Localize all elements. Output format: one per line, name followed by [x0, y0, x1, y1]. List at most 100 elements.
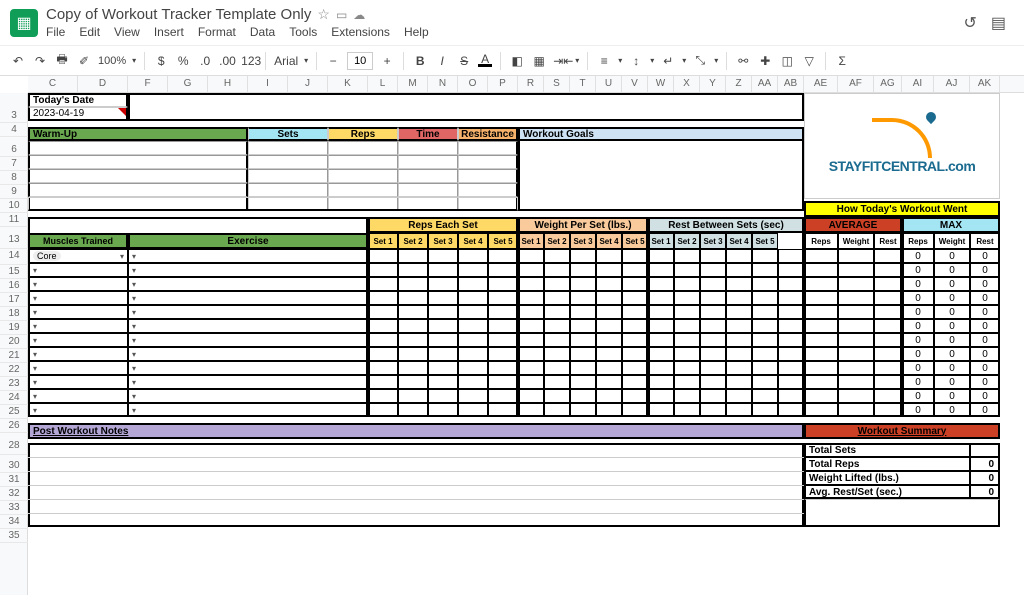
- menu-insert[interactable]: Insert: [154, 25, 184, 39]
- row-header[interactable]: 3: [0, 109, 28, 123]
- reps-cell[interactable]: [368, 305, 398, 319]
- weight-cell[interactable]: [544, 291, 570, 305]
- reps-cell[interactable]: [458, 333, 488, 347]
- fill-color-icon[interactable]: ◧: [509, 54, 525, 68]
- muscles-dropdown[interactable]: [28, 333, 128, 347]
- reps-cell[interactable]: [488, 291, 518, 305]
- rest-cell[interactable]: [752, 291, 778, 305]
- menu-data[interactable]: Data: [250, 25, 275, 39]
- reps-cell[interactable]: [488, 375, 518, 389]
- weight-cell[interactable]: [544, 375, 570, 389]
- menu-tools[interactable]: Tools: [289, 25, 317, 39]
- sets-cell[interactable]: [248, 197, 328, 211]
- weight-cell[interactable]: [596, 375, 622, 389]
- sets-cell[interactable]: [248, 183, 328, 197]
- row-header[interactable]: 26: [0, 419, 28, 433]
- reps-cell[interactable]: [398, 361, 428, 375]
- doc-title[interactable]: Copy of Workout Tracker Template Only: [46, 6, 311, 23]
- reps-cell[interactable]: [398, 305, 428, 319]
- weight-cell[interactable]: [596, 249, 622, 263]
- weight-cell[interactable]: [570, 333, 596, 347]
- rest-cell[interactable]: [752, 403, 778, 417]
- rest-cell[interactable]: [778, 305, 804, 319]
- weight-cell[interactable]: [544, 263, 570, 277]
- weight-cell[interactable]: [570, 277, 596, 291]
- muscles-dropdown[interactable]: [28, 263, 128, 277]
- exercise-dropdown[interactable]: [128, 277, 368, 291]
- reps-cell[interactable]: [458, 347, 488, 361]
- row-header[interactable]: 18: [0, 307, 28, 321]
- rest-cell[interactable]: [726, 375, 752, 389]
- reps-cell[interactable]: [488, 305, 518, 319]
- reps-cell[interactable]: [328, 155, 398, 169]
- reps-cell[interactable]: [328, 141, 398, 155]
- rest-cell[interactable]: [778, 389, 804, 403]
- rest-cell[interactable]: [778, 291, 804, 305]
- row-header[interactable]: 35: [0, 529, 28, 543]
- reps-cell[interactable]: [428, 333, 458, 347]
- resist-cell[interactable]: [458, 169, 518, 183]
- weight-cell[interactable]: [544, 361, 570, 375]
- weight-cell[interactable]: [596, 319, 622, 333]
- rest-cell[interactable]: [726, 277, 752, 291]
- time-cell[interactable]: [398, 169, 458, 183]
- reps-cell[interactable]: [488, 403, 518, 417]
- rest-cell[interactable]: [648, 305, 674, 319]
- weight-cell[interactable]: [622, 347, 648, 361]
- sets-cell[interactable]: [248, 141, 328, 155]
- reps-cell[interactable]: [328, 183, 398, 197]
- exercise-dropdown[interactable]: [128, 319, 368, 333]
- col-header[interactable]: D: [78, 76, 128, 92]
- reps-cell[interactable]: [488, 347, 518, 361]
- weight-cell[interactable]: [622, 389, 648, 403]
- weight-cell[interactable]: [518, 305, 544, 319]
- rest-cell[interactable]: [674, 389, 700, 403]
- zoom-select[interactable]: 100%: [98, 55, 126, 67]
- font-size-input[interactable]: [347, 52, 373, 70]
- strike-icon[interactable]: S: [456, 54, 472, 68]
- rest-cell[interactable]: [674, 277, 700, 291]
- font-select[interactable]: Arial: [274, 54, 298, 68]
- reps-cell[interactable]: [488, 361, 518, 375]
- functions-icon[interactable]: Σ: [834, 54, 850, 68]
- col-header[interactable]: K: [328, 76, 368, 92]
- rest-cell[interactable]: [674, 249, 700, 263]
- row-header[interactable]: 14: [0, 249, 28, 265]
- rest-cell[interactable]: [726, 291, 752, 305]
- warmup-cell[interactable]: [28, 141, 248, 155]
- weight-cell[interactable]: [596, 305, 622, 319]
- rest-cell[interactable]: [778, 375, 804, 389]
- muscles-dropdown[interactable]: [28, 291, 128, 305]
- rest-cell[interactable]: [674, 347, 700, 361]
- row-header[interactable]: 30: [0, 459, 28, 473]
- muscles-dropdown[interactable]: [28, 403, 128, 417]
- weight-cell[interactable]: [622, 277, 648, 291]
- rest-cell[interactable]: [726, 249, 752, 263]
- rest-cell[interactable]: [648, 263, 674, 277]
- rest-cell[interactable]: [700, 361, 726, 375]
- exercise-dropdown[interactable]: [128, 333, 368, 347]
- merge-icon[interactable]: ⇥⇤: [553, 54, 569, 68]
- rest-cell[interactable]: [778, 319, 804, 333]
- reps-cell[interactable]: [458, 305, 488, 319]
- reps-cell[interactable]: [428, 305, 458, 319]
- weight-cell[interactable]: [518, 291, 544, 305]
- rest-cell[interactable]: [726, 333, 752, 347]
- reps-cell[interactable]: [458, 361, 488, 375]
- reps-cell[interactable]: [458, 277, 488, 291]
- weight-cell[interactable]: [570, 361, 596, 375]
- rest-cell[interactable]: [674, 263, 700, 277]
- weight-cell[interactable]: [544, 319, 570, 333]
- rest-cell[interactable]: [648, 403, 674, 417]
- col-header[interactable]: J: [288, 76, 328, 92]
- reps-cell[interactable]: [428, 403, 458, 417]
- row-header[interactable]: 7: [0, 157, 28, 171]
- exercise-dropdown[interactable]: [128, 361, 368, 375]
- rest-cell[interactable]: [752, 375, 778, 389]
- weight-cell[interactable]: [596, 263, 622, 277]
- col-header[interactable]: F: [128, 76, 168, 92]
- weight-cell[interactable]: [518, 277, 544, 291]
- weight-cell[interactable]: [570, 389, 596, 403]
- link-icon[interactable]: ⚯: [735, 54, 751, 68]
- row-header[interactable]: 24: [0, 391, 28, 405]
